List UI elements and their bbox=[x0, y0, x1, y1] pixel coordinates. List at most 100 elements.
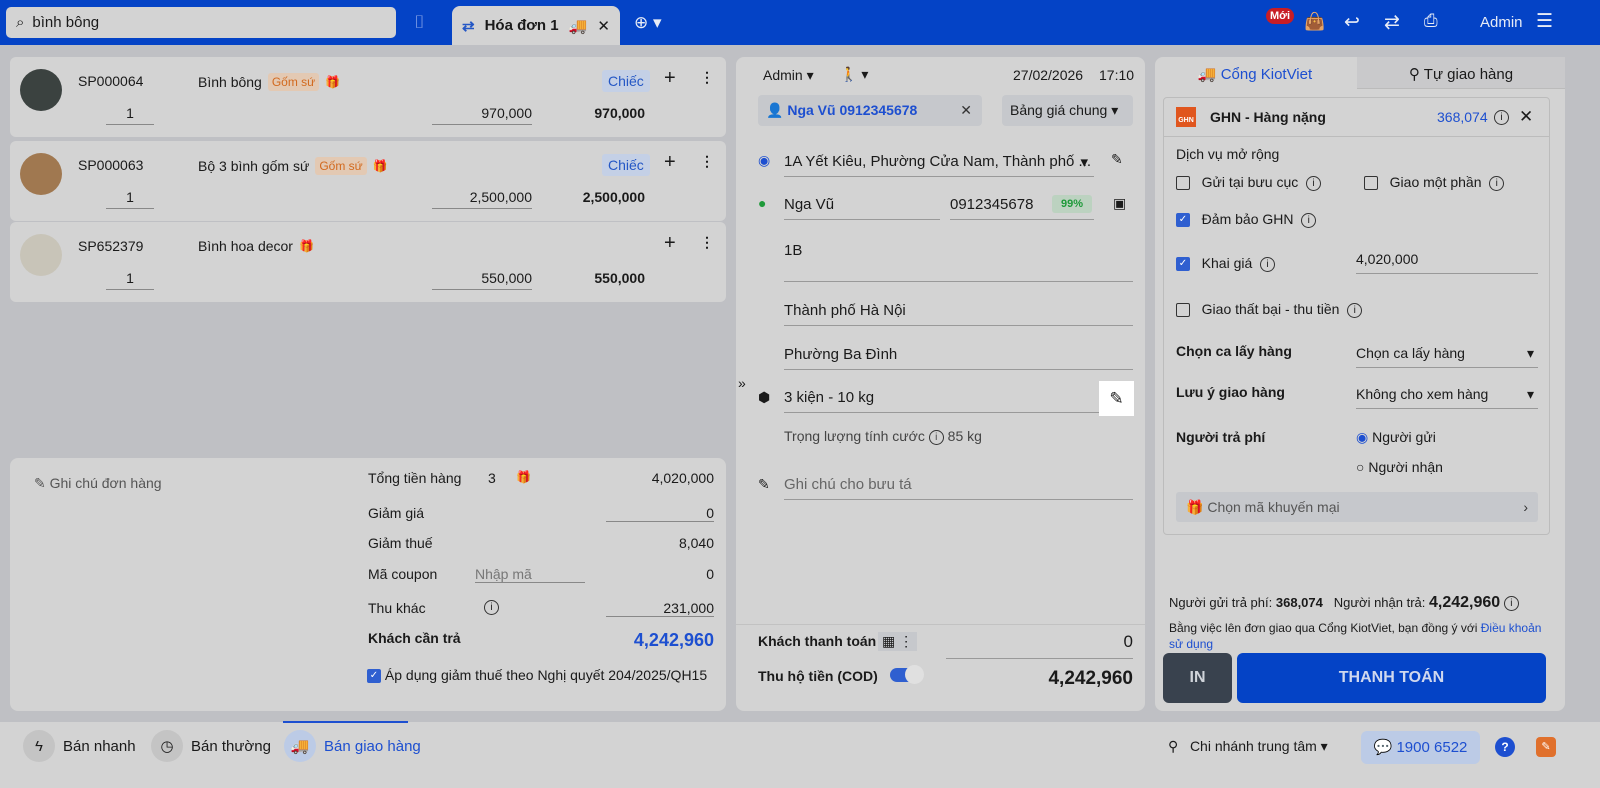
failed-delivery-checkbox[interactable]: Giao thất bại - thu tiền i bbox=[1176, 301, 1363, 318]
package-input[interactable]: 3 kiện - 10 kg bbox=[784, 389, 1099, 413]
courier-note-input[interactable]: Ghi chú cho bưu tá bbox=[784, 476, 1133, 500]
product-tag: Gốm sứ bbox=[267, 73, 320, 91]
close-tab-icon[interactable]: ✕ bbox=[597, 17, 610, 35]
payer-sender-radio[interactable]: ◉ Người gửi bbox=[1356, 429, 1436, 446]
price-list-select[interactable]: Bảng giá chung ▾ bbox=[1002, 95, 1133, 126]
product-row[interactable]: SP000064 Bình bông Gốm sứ 🎁 Chiếc + ⋮ 1 970… bbox=[10, 57, 726, 137]
gift-icon[interactable]: 🎁 bbox=[373, 159, 388, 173]
receiver-name-input[interactable]: Nga Vũ bbox=[784, 196, 940, 220]
walk-icon[interactable]: 🚶 ▾ bbox=[840, 66, 868, 83]
price-input[interactable]: 2,500,000 bbox=[432, 189, 532, 209]
location-pin-icon: ● bbox=[758, 195, 767, 211]
more-icon[interactable]: ⋮ bbox=[700, 69, 714, 86]
coupon-input[interactable]: Nhập mã bbox=[475, 566, 585, 583]
quantity-input[interactable]: 1 bbox=[106, 105, 154, 125]
customer-pay-label: Khách thanh toán bbox=[758, 633, 877, 649]
unit-badge[interactable]: Chiếc bbox=[602, 70, 650, 92]
order-note-input[interactable]: ✎ Ghi chú đơn hàng bbox=[34, 475, 162, 492]
tab-delivery-sale[interactable]: 🚚 Bán giao hàng bbox=[284, 730, 421, 762]
price-input[interactable]: 550,000 bbox=[432, 270, 532, 290]
edit-pickup-icon[interactable]: ✎ bbox=[1111, 151, 1123, 168]
package-icon: ⬢ bbox=[758, 389, 771, 405]
add-icon[interactable]: + bbox=[664, 232, 676, 255]
product-row[interactable]: SP652379 Bình hoa decor 🎁 + ⋮ 1 550,000 55… bbox=[10, 222, 726, 302]
collapse-icon[interactable]: » bbox=[738, 375, 746, 391]
tax-value: 8,040 bbox=[678, 535, 714, 551]
customer-pay-input[interactable]: 0 bbox=[946, 632, 1133, 659]
hotline-button[interactable]: 💬 1900 6522 bbox=[1361, 731, 1480, 764]
tab-normal-sale[interactable]: ◷ Bán thường bbox=[151, 730, 271, 762]
promo-code-button[interactable]: 🎁 Chọn mã khuyến mại › bbox=[1176, 492, 1538, 522]
tab-self-delivery[interactable]: ⚲ Tự giao hàng bbox=[1357, 57, 1565, 89]
remove-carrier-icon[interactable]: ✕ bbox=[1519, 107, 1533, 127]
declare-value-checkbox[interactable]: ✓ Khai giá i bbox=[1176, 255, 1276, 272]
info-icon[interactable]: i bbox=[1503, 596, 1519, 612]
add-icon[interactable]: + bbox=[664, 67, 676, 90]
fee-payer-label: Người trả phí bbox=[1176, 429, 1266, 445]
payer-receiver-radio[interactable]: ○ Người nhận bbox=[1356, 459, 1443, 475]
clear-customer-icon[interactable]: ✕ bbox=[960, 102, 972, 119]
add-icon[interactable]: + bbox=[664, 151, 676, 174]
user-menu[interactable]: Admin bbox=[1480, 14, 1523, 31]
ward-select[interactable]: Phường Ba Đình bbox=[784, 346, 1133, 370]
ghn-insurance-checkbox[interactable]: ✓ Đảm bảo GHN i bbox=[1176, 211, 1317, 228]
gift-icon[interactable]: 🎁 bbox=[325, 75, 340, 89]
other-fee-input[interactable]: 231,000 bbox=[606, 600, 714, 617]
contact-card-icon[interactable]: ▣ bbox=[1113, 195, 1126, 212]
declared-value-input[interactable]: 4,020,000 bbox=[1356, 251, 1538, 274]
seller-select[interactable]: Admin ▾ bbox=[763, 67, 814, 84]
bag-icon[interactable]: 👜 bbox=[1304, 12, 1325, 32]
delivery-note-select[interactable]: Không cho xem hàng ▾ bbox=[1356, 386, 1538, 409]
discount-input[interactable]: 0 bbox=[606, 505, 714, 522]
help-icon[interactable]: ? bbox=[1495, 737, 1515, 757]
tab-invoice-1[interactable]: ⇄ Hóa đơn 1 🚚 ✕ bbox=[452, 6, 620, 45]
quantity-input[interactable]: 1 bbox=[106, 270, 154, 290]
add-tab-button[interactable]: ⊕ ▾ bbox=[634, 13, 662, 33]
info-icon[interactable]: i bbox=[928, 429, 944, 445]
cod-toggle[interactable] bbox=[890, 665, 924, 684]
feedback-icon[interactable]: ✎ bbox=[1536, 737, 1556, 757]
terms-text: Bằng việc lên đơn giao qua Cổng KiotViet… bbox=[1169, 621, 1481, 635]
product-name: Bình bông bbox=[198, 74, 262, 90]
order-date[interactable]: 27/02/2026 bbox=[1013, 67, 1083, 83]
tab-kiotviet-gateway[interactable]: 🚚 Cổng KiotViet bbox=[1155, 57, 1355, 89]
menu-icon[interactable]: ☰ bbox=[1536, 10, 1553, 33]
pickup-shift-select[interactable]: Chọn ca lấy hàng ▾ bbox=[1356, 345, 1538, 368]
pickup-address-select[interactable]: 1A Yết Kiêu, Phường Cửa Nam, Thành phố .… bbox=[784, 153, 1094, 177]
print-button[interactable]: IN bbox=[1163, 653, 1232, 703]
product-row[interactable]: SP000063 Bộ 3 bình gốm sứ Gốm sứ 🎁 Chiếc +… bbox=[10, 141, 726, 221]
address-input[interactable]: 1B bbox=[784, 242, 1133, 282]
shipping-fee: 368,074 bbox=[1437, 109, 1488, 125]
total-goods: 4,020,000 bbox=[651, 470, 714, 486]
city-select[interactable]: Thành phố Hà Nội bbox=[784, 302, 1133, 326]
qr-menu-icon[interactable]: ▦ ⋮ bbox=[878, 632, 918, 651]
post-office-checkbox[interactable]: Gửi tại bưu cục i bbox=[1176, 174, 1322, 191]
sender-pays: 368,074 bbox=[1275, 595, 1323, 610]
edit-package-icon[interactable]: ✎ bbox=[1099, 381, 1134, 416]
tab-quick-sale[interactable]: ϟ Bán nhanh bbox=[23, 730, 136, 762]
checkout-button[interactable]: THANH TOÁN bbox=[1237, 653, 1546, 703]
undo-icon[interactable]: ↩ bbox=[1344, 11, 1360, 34]
tax-policy-checkbox[interactable]: ✓ Áp dụng giảm thuế theo Nghị quyết 204/… bbox=[367, 667, 707, 684]
barcode-scan-icon[interactable]: ⌷ bbox=[414, 12, 425, 33]
customer-field[interactable]: 👤 Nga Vũ 0912345678 ✕ bbox=[758, 95, 982, 126]
sync-icon[interactable]: ⇄ bbox=[1384, 11, 1400, 34]
product-image bbox=[20, 69, 62, 111]
gift-icon[interactable]: 🎁 bbox=[299, 239, 314, 253]
order-time[interactable]: 17:10 bbox=[1099, 67, 1134, 83]
search-input[interactable]: ⌕ bình bông bbox=[6, 7, 396, 38]
info-icon[interactable]: i bbox=[484, 600, 499, 615]
price-input[interactable]: 970,000 bbox=[432, 105, 532, 125]
weight-label: Trọng lượng tính cước bbox=[784, 428, 925, 444]
branch-select[interactable]: ⚲ Chi nhánh trung tâm ▾ bbox=[1168, 738, 1328, 755]
unit-badge[interactable]: Chiếc bbox=[602, 154, 650, 176]
info-icon[interactable]: i bbox=[1494, 110, 1509, 125]
print-icon[interactable]: ⎙ bbox=[1424, 11, 1438, 31]
truck-icon: 🚚 bbox=[568, 17, 588, 35]
gift-icon[interactable]: 🎁 bbox=[516, 470, 531, 484]
more-icon[interactable]: ⋮ bbox=[700, 234, 714, 251]
quantity-input[interactable]: 1 bbox=[106, 189, 154, 209]
more-icon[interactable]: ⋮ bbox=[700, 153, 714, 170]
pickup-shift-label: Chọn ca lấy hàng bbox=[1176, 343, 1292, 359]
partial-delivery-checkbox[interactable]: Giao một phần i bbox=[1364, 174, 1505, 191]
